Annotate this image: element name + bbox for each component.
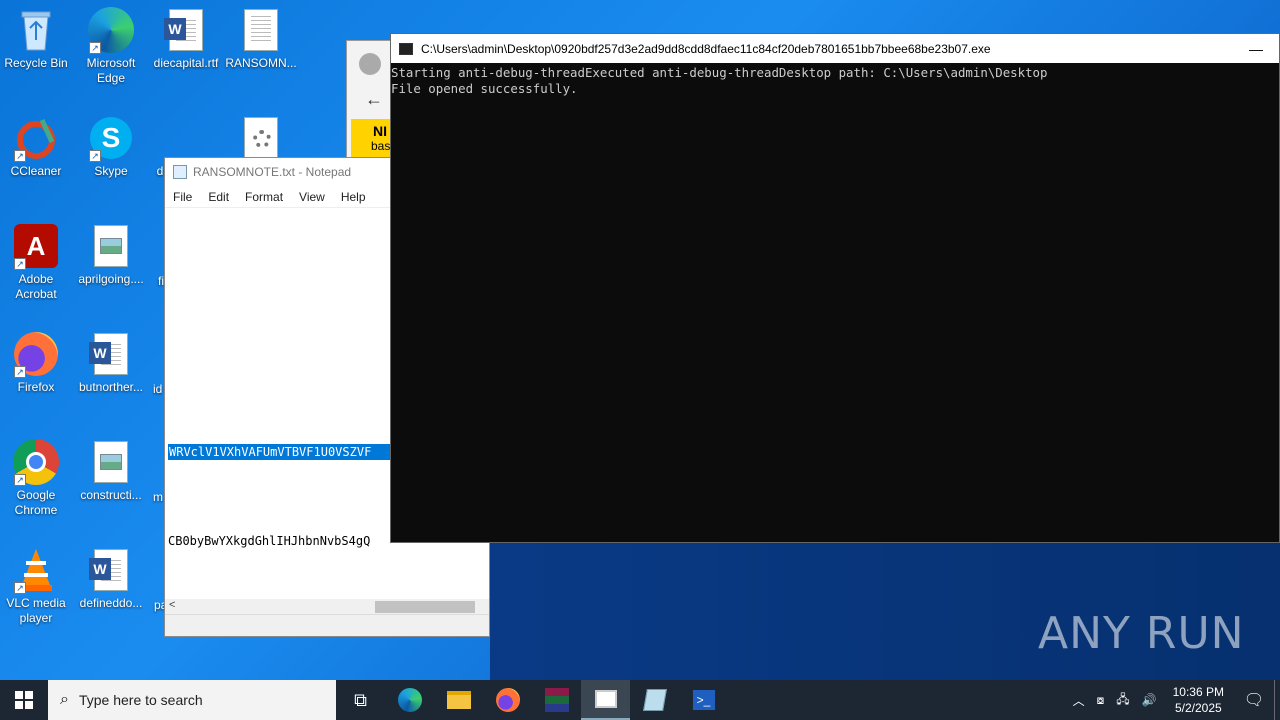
skype-glyph-icon: S ↗ [87,114,135,162]
clock-time: 10:36 PM [1172,685,1224,699]
console-output: Starting anti-debug-threadExecuted anti-… [391,65,1048,96]
system-tray: ︿ ⧇ 🖧 🔊 10:36 PM 5/2/2025 🗨 [1067,680,1280,720]
console-window[interactable]: C:\Users\admin\Desktop\0920bdf257d3e2ad9… [390,33,1280,543]
image-file-icon [87,222,135,270]
vlc-cone-icon: ↗ [12,546,60,594]
recycle-bin-glyph-icon [12,6,60,54]
vlc-icon[interactable]: ↗ VLC media player [0,546,72,626]
menu-file[interactable]: File [165,190,200,204]
edge-glyph-icon: ↗ [87,6,135,54]
word-document-icon: W [87,330,135,378]
defineddo-label: defineddo... [79,596,143,610]
taskbar-edge-icon[interactable] [385,680,434,720]
menu-format[interactable]: Format [237,190,291,204]
google-chrome-label: Google Chrome [14,488,58,517]
settings-file-icon[interactable] [225,114,297,158]
ccleaner-icon[interactable]: ↗ CCleaner [0,114,72,179]
acrobat-glyph-icon: A ↗ [12,222,60,270]
ransomnote-label: RANSOMN... [225,56,297,70]
minimize-button[interactable]: — [1233,41,1279,57]
aprilgoing-file-icon[interactable]: aprilgoing.... [75,222,147,287]
anyrun-watermark: ANY RUN [1038,608,1245,659]
microsoft-edge-label: Microsoft Edge [86,56,136,85]
profile-avatar-icon[interactable] [359,53,381,75]
task-view-icon[interactable]: ⧉ [336,680,385,720]
console-title: C:\Users\admin\Desktop\0920bdf257d3e2ad9… [421,41,991,56]
menu-help[interactable]: Help [333,190,374,204]
console-app-icon [399,42,413,55]
notepad-app-icon [173,165,187,179]
scrollbar-thumb[interactable] [375,601,475,613]
menu-view[interactable]: View [291,190,333,204]
windows-logo-icon [15,691,33,709]
taskbar-console-icon[interactable] [581,680,630,720]
google-chrome-icon[interactable]: ↗ Google Chrome [0,438,72,518]
taskbar-firefox-icon[interactable] [483,680,532,720]
edge-banner-text: NI [373,123,387,139]
adobe-acrobat-icon[interactable]: A ↗ Adobe Acrobat [0,222,72,302]
taskbar-search[interactable]: ⌕ Type here to search [48,680,336,720]
console-titlebar[interactable]: C:\Users\admin\Desktop\0920bdf257d3e2ad9… [391,34,1279,63]
text-file-icon [237,6,285,54]
firefox-label: Firefox [17,380,55,394]
butnorther-label: butnorther... [78,380,144,394]
taskbar: ⌕ Type here to search ⧉ >_ ︿ ⧇ 🖧 🔊 10:36… [0,680,1280,720]
start-button[interactable] [0,680,48,720]
network-icon[interactable]: 🖧 [1110,690,1135,711]
search-placeholder: Type here to search [78,692,203,708]
tray-device-icon[interactable]: ⧇ [1091,693,1111,708]
ccleaner-glyph-icon: ↗ [12,114,60,162]
constructi-file-icon[interactable]: constructi... [75,438,147,503]
constructi-label: constructi... [80,488,142,502]
volume-icon[interactable]: 🔊 [1136,693,1163,707]
aprilgoing-label: aprilgoing.... [78,272,144,286]
gear-file-icon [237,114,285,158]
skype-label: Skype [94,164,128,178]
show-desktop-button[interactable] [1274,680,1280,720]
clock-date: 5/2/2025 [1174,701,1222,715]
adobe-acrobat-label: Adobe Acrobat [15,272,57,301]
menu-edit[interactable]: Edit [200,190,237,204]
ransomnote-file-icon[interactable]: RANSOMN... [225,6,297,71]
tray-overflow-chevron-up-icon[interactable]: ︿ [1067,692,1091,709]
horizontal-scrollbar[interactable]: < [165,599,489,615]
file-explorer-icon[interactable] [434,680,483,720]
skype-icon[interactable]: S ↗ Skype [75,114,147,179]
winrar-icon[interactable] [532,680,581,720]
diecapital-label: diecapital.rtf [153,56,219,70]
clock[interactable]: 10:36 PM 5/2/2025 [1163,684,1234,716]
ccleaner-label: CCleaner [10,164,62,178]
taskbar-notepad-icon[interactable] [630,680,679,720]
microsoft-edge-icon[interactable]: ↗ Microsoft Edge [75,6,147,86]
defineddo-file-icon[interactable]: W defineddo... [75,546,147,611]
scroll-left-icon[interactable]: < [169,599,175,611]
back-arrow-icon[interactable]: ← [365,89,383,110]
notepad-title: RANSOMNOTE.txt - Notepad [193,165,352,179]
firefox-icon[interactable]: ↗ Firefox [0,330,72,395]
recycle-bin-label: Recycle Bin [4,56,68,70]
selected-text-line[interactable]: WRVclV1VXhVAFUmVTBVF1U0VSZVF [168,444,390,460]
search-icon: ⌕ [60,691,69,708]
notification-center-icon[interactable]: 🗨 [1234,690,1274,710]
word-document-icon: W [162,6,210,54]
diecapital-file-icon[interactable]: W diecapital.rtf [150,6,222,71]
recycle-bin-icon[interactable]: Recycle Bin [0,6,72,71]
chrome-glyph-icon: ↗ [12,438,60,486]
vlc-label: VLC media player [6,596,66,625]
firefox-glyph-icon: ↗ [12,330,60,378]
butnorther-file-icon[interactable]: W butnorther... [75,330,147,395]
notepad-status-bar [165,614,489,636]
word-document-icon: W [87,546,135,594]
powershell-icon[interactable]: >_ [679,680,728,720]
image-file-icon [87,438,135,486]
